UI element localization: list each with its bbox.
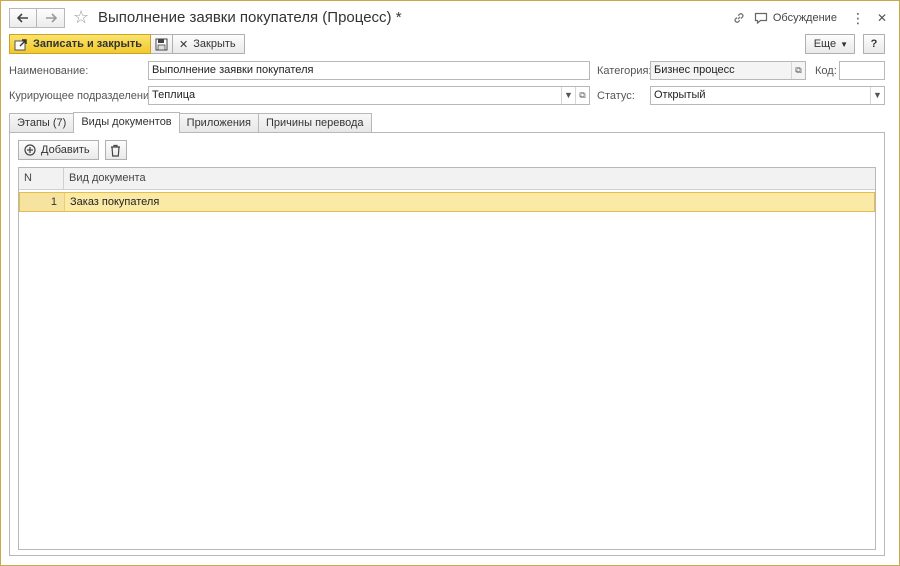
close-button[interactable]: ✕ Закрыть (173, 34, 245, 54)
tab-bar: Этапы (7) Виды документов Приложения При… (9, 112, 372, 133)
row-number-cell: 1 (20, 193, 65, 211)
add-button[interactable]: Добавить (18, 140, 99, 160)
code-label: Код: (815, 65, 837, 77)
document-types-table: N Вид документа 1 Заказ покупателя (18, 167, 876, 550)
document-type-cell[interactable]: Заказ покупателя (65, 193, 874, 211)
plus-circle-icon (24, 144, 36, 156)
command-bar: Записать и закрыть ✕ Закрыть (9, 34, 245, 54)
code-field[interactable] (839, 61, 885, 80)
save-close-icon (14, 38, 27, 50)
close-x-icon: ✕ (179, 38, 189, 51)
column-header-document-type[interactable]: Вид документа (64, 168, 875, 189)
close-window-icon[interactable]: ✕ (877, 11, 887, 25)
chat-bubble-icon (754, 12, 767, 24)
open-department-icon[interactable]: ⧉ (575, 87, 589, 104)
discussion-button[interactable]: Обсуждение (754, 12, 837, 24)
panel-toolbar: Добавить (18, 140, 127, 160)
forward-button[interactable] (37, 8, 65, 28)
category-value: Бизнес процесс (654, 64, 735, 76)
delete-button[interactable] (104, 140, 127, 160)
open-category-icon[interactable]: ⧉ (791, 62, 805, 79)
status-dropdown-icon[interactable]: ▼ (870, 87, 884, 104)
status-label: Статус: (597, 90, 635, 102)
save-and-close-label: Записать и закрыть (33, 38, 143, 50)
favorite-star-icon[interactable]: ☆ (73, 7, 89, 27)
tab-document-types[interactable]: Виды документов (73, 112, 180, 133)
more-vertical-icon[interactable]: ⋮ (851, 10, 865, 26)
table-header: N Вид документа (19, 168, 875, 190)
back-button[interactable] (9, 8, 37, 28)
arrow-right-icon (45, 13, 57, 23)
department-label: Курирующее подразделение: (9, 90, 159, 102)
page-title: Выполнение заявки покупателя (Процесс) * (98, 9, 402, 26)
command-bar-right: Еще ▼ ? (804, 34, 885, 54)
arrow-left-icon (17, 13, 28, 23)
title-actions: Обсуждение ⋮ ✕ (728, 9, 887, 27)
status-field[interactable]: Открытый ▼ (650, 86, 885, 105)
discussion-label: Обсуждение (772, 12, 837, 24)
tab-attachments[interactable]: Приложения (178, 113, 260, 133)
close-label: Закрыть (193, 38, 236, 50)
name-label: Наименование: (9, 65, 89, 77)
navigation-group (9, 8, 65, 28)
table-row[interactable]: 1 Заказ покупателя (19, 192, 875, 212)
status-value: Открытый (654, 89, 706, 101)
form-window: ☆ Выполнение заявки покупателя (Процесс)… (0, 0, 900, 566)
category-label: Категория: (597, 65, 652, 77)
trash-icon (111, 144, 121, 157)
save-button[interactable] (151, 34, 174, 54)
floppy-disk-icon (155, 38, 168, 50)
department-value: Теплица (152, 89, 196, 101)
help-button[interactable]: ? (863, 34, 885, 54)
tab-panel-document-types: Добавить N Вид документа 1 Заказ покупат… (9, 132, 885, 556)
link-icon[interactable] (728, 9, 750, 27)
department-field[interactable]: Теплица ▼ ⧉ (148, 86, 590, 105)
category-field[interactable]: Бизнес процесс ⧉ (650, 61, 806, 80)
tab-transfer-reasons[interactable]: Причины перевода (258, 113, 372, 133)
column-header-n[interactable]: N (19, 168, 64, 189)
name-field[interactable]: Выполнение заявки покупателя (148, 61, 590, 80)
save-and-close-button[interactable]: Записать и закрыть (9, 34, 152, 54)
more-label: Еще (813, 38, 837, 50)
add-label: Добавить (41, 144, 90, 156)
department-dropdown-icon[interactable]: ▼ (561, 87, 575, 104)
dropdown-arrow-icon: ▼ (840, 39, 848, 49)
tab-stages[interactable]: Этапы (7) (9, 113, 75, 133)
more-button[interactable]: Еще ▼ (804, 34, 855, 54)
